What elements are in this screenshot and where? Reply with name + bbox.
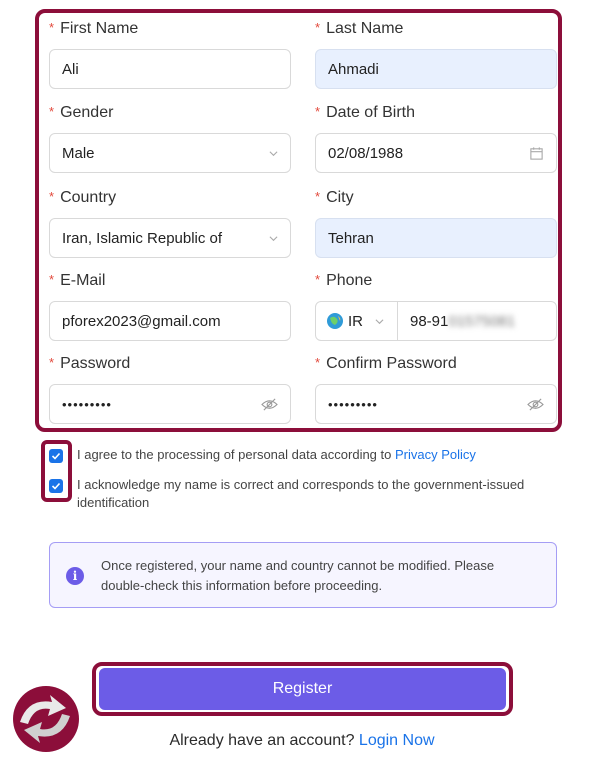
required-marker: * [49, 355, 55, 370]
dob-label: Date of Birth [326, 104, 415, 121]
dob-field: * Date of Birth 02/08/1988 [315, 102, 557, 173]
country-label: Country [60, 189, 117, 206]
name-acknowledge-checkbox[interactable] [49, 479, 63, 493]
required-marker: * [49, 104, 55, 119]
eye-slash-icon[interactable] [261, 397, 278, 412]
required-marker: * [315, 355, 321, 370]
phone-input-group: IR 98-9101575081 [315, 301, 557, 341]
chevron-down-icon [269, 150, 278, 156]
globe-flag-icon [327, 313, 343, 329]
phone-number-redacted: 01575081 [448, 312, 516, 330]
login-now-link[interactable]: Login Now [359, 732, 435, 749]
calendar-icon[interactable] [529, 146, 544, 161]
required-marker: * [315, 20, 321, 35]
password-label: Password [60, 355, 131, 372]
email-label: E-Mail [60, 272, 106, 289]
info-notice: i Once registered, your name and country… [49, 542, 557, 608]
password-field: * Password ••••••••• [49, 353, 291, 424]
required-marker: * [49, 189, 55, 204]
phone-country-code: IR [348, 312, 363, 330]
chevron-down-icon [375, 318, 384, 324]
last-name-input[interactable]: Ahmadi [315, 49, 557, 89]
email-field: * E-Mail pforex2023@gmail.com [49, 270, 291, 341]
confirm-password-field: * Confirm Password ••••••••• [315, 353, 557, 424]
confirm-password-label: Confirm Password [326, 355, 457, 372]
name-acknowledge-text: I acknowledge my name is correct and cor… [77, 477, 525, 510]
gender-field: * Gender Male [49, 102, 291, 173]
info-icon: i [66, 567, 84, 585]
required-marker: * [315, 189, 321, 204]
chevron-down-icon [269, 235, 278, 241]
first-name-label: First Name [60, 20, 139, 37]
checkmark-icon [51, 452, 61, 460]
email-input[interactable]: pforex2023@gmail.com [49, 301, 291, 341]
gender-label: Gender [60, 104, 114, 121]
required-marker: * [49, 272, 55, 287]
checkmark-icon [51, 482, 61, 490]
phone-country-select[interactable]: IR [316, 302, 398, 340]
first-name-field: * First Name Ali [49, 18, 291, 89]
privacy-policy-link[interactable]: Privacy Policy [395, 447, 476, 462]
swirl-logo-icon [13, 686, 79, 752]
required-marker: * [315, 272, 321, 287]
city-field: * City Tehran [315, 187, 557, 258]
phone-label: Phone [326, 272, 373, 289]
city-input[interactable]: Tehran [315, 218, 557, 258]
eye-slash-icon[interactable] [527, 397, 544, 412]
gender-select[interactable]: Male [49, 133, 291, 173]
required-marker: * [315, 104, 321, 119]
confirm-password-input[interactable]: ••••••••• [315, 384, 557, 424]
dob-input[interactable]: 02/08/1988 [315, 133, 557, 173]
required-marker: * [49, 20, 55, 35]
city-label: City [326, 189, 354, 206]
phone-field: * Phone IR 98-9101575081 [315, 270, 557, 341]
country-select[interactable]: Iran, Islamic Republic of [49, 218, 291, 258]
first-name-input[interactable]: Ali [49, 49, 291, 89]
last-name-label: Last Name [326, 20, 404, 37]
notice-text: Once registered, your name and country c… [101, 558, 495, 593]
phone-number-input[interactable]: 98-9101575081 [398, 313, 544, 330]
privacy-consent-text: I agree to the processing of personal da… [77, 447, 476, 462]
privacy-checkbox[interactable] [49, 449, 63, 463]
last-name-field: * Last Name Ahmadi [315, 18, 557, 89]
password-input[interactable]: ••••••••• [49, 384, 291, 424]
register-button[interactable]: Register [99, 668, 506, 710]
login-prompt: Already have an account? Login Now [169, 732, 435, 749]
country-field: * Country Iran, Islamic Republic of [49, 187, 291, 258]
